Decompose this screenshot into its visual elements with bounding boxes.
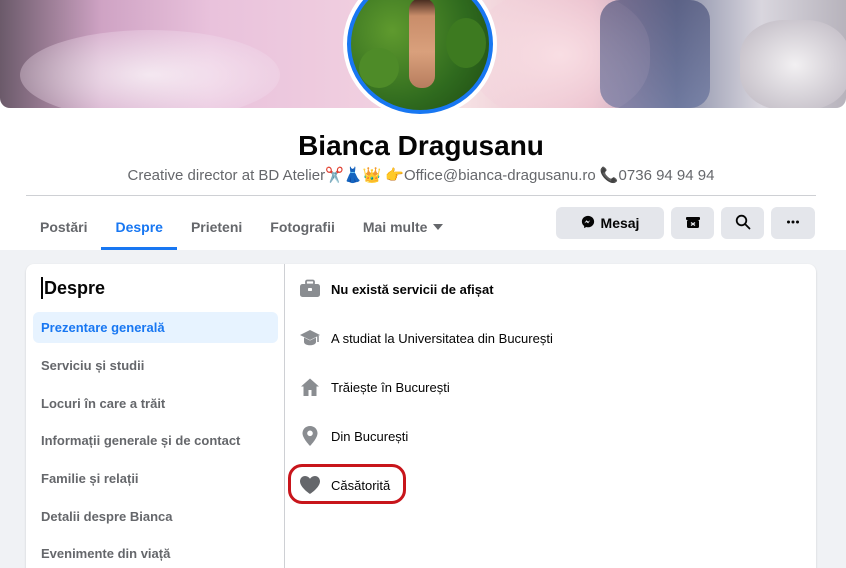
tab-label: Fotografii [270, 219, 335, 235]
tab-more[interactable]: Mai multe [349, 204, 458, 250]
messenger-icon [581, 215, 595, 232]
overview-work-row: Nu există servicii de afișat [299, 276, 494, 302]
nav-label: Locuri în care a trăit [41, 396, 166, 411]
about-nav-overview[interactable]: Prezentare generală [33, 312, 278, 343]
nav-label: Serviciu și studii [41, 358, 145, 373]
relationship-highlight-circle [288, 464, 406, 504]
home-icon [299, 376, 321, 398]
overview-lives-row: Trăiește în București [299, 374, 450, 400]
profile-tabs: Postări Despre Prieteni Fotografii Mai m… [26, 204, 457, 250]
overview-text: Nu există servicii de afișat [331, 281, 494, 297]
block-button[interactable] [671, 207, 714, 239]
about-nav-life-events[interactable]: Evenimente din viață [33, 538, 278, 568]
about-card: Despre Prezentare generală Serviciu și s… [26, 264, 816, 568]
message-button[interactable]: Mesaj [556, 207, 664, 239]
about-nav-places-lived[interactable]: Locuri în care a trăit [33, 388, 278, 419]
about-nav-contact-info[interactable]: Informații generale și de contact [33, 425, 278, 456]
archive-block-icon [685, 214, 701, 233]
card-divider [284, 264, 285, 568]
tab-label: Postări [40, 219, 88, 235]
tab-label: Prieteni [190, 219, 243, 235]
nav-label: Informații generale și de contact [41, 433, 241, 448]
message-button-label: Mesaj [600, 215, 640, 231]
search-button[interactable] [721, 207, 764, 239]
about-nav-work-education[interactable]: Serviciu și studii [33, 350, 278, 381]
overview-text: Trăiește în București [331, 379, 450, 395]
nav-label: Prezentare generală [41, 320, 165, 335]
nav-label: Familie și relații [41, 471, 139, 486]
tab-posts[interactable]: Postări [26, 204, 101, 250]
header-divider [26, 195, 816, 196]
caret-down-icon [433, 224, 444, 230]
tab-about[interactable]: Despre [101, 204, 178, 250]
more-dots-icon [785, 214, 801, 233]
tab-label: Despre [115, 219, 163, 235]
briefcase-icon [299, 278, 321, 300]
about-nav-details[interactable]: Detalii despre Bianca [33, 501, 278, 532]
tab-friends[interactable]: Prieteni [177, 204, 256, 250]
nav-label: Evenimente din viață [41, 546, 171, 561]
nav-label: Detalii despre Bianca [41, 509, 173, 524]
location-pin-icon [299, 425, 321, 447]
overview-text: Din București [331, 428, 409, 444]
overview-text: A studiat la Universitatea din București [331, 330, 553, 346]
tab-label: Mai multe [362, 219, 428, 235]
more-options-button[interactable] [771, 207, 815, 239]
profile-name: Bianca Dragusanu [298, 130, 544, 161]
overview-hometown-row: Din București [299, 423, 408, 449]
profile-bio: Creative director at BD Atelier✂️👗👑 👉Off… [127, 167, 715, 184]
tab-photos[interactable]: Fotografii [256, 204, 349, 250]
graduation-cap-icon [299, 327, 321, 349]
overview-education-row: A studiat la Universitatea din București [299, 325, 553, 351]
about-title: Despre [41, 277, 105, 299]
search-icon [735, 214, 751, 233]
about-nav-family-relationships[interactable]: Familie și relații [33, 463, 278, 494]
